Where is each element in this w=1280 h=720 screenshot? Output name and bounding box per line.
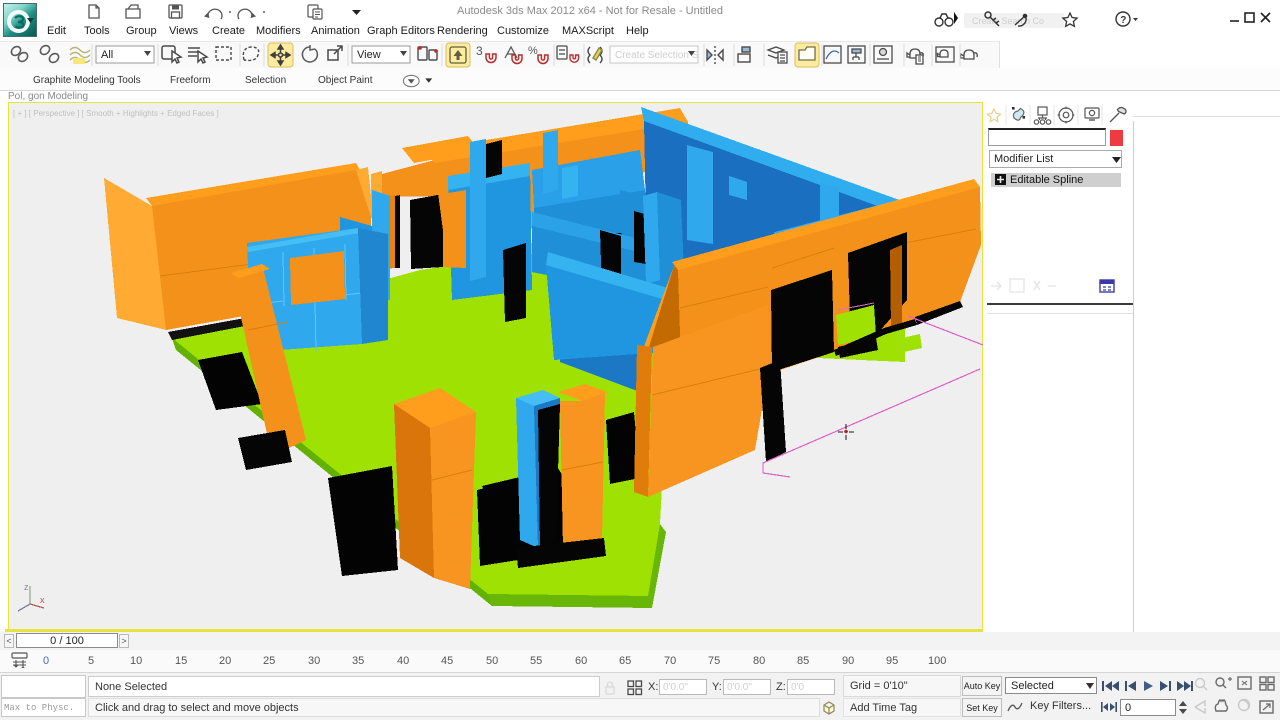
svg-text:View: View bbox=[357, 49, 381, 61]
svg-text:%: % bbox=[528, 45, 538, 57]
svg-text:All: All bbox=[101, 49, 113, 61]
svg-text:3: 3 bbox=[476, 44, 483, 58]
svg-text:Create Selection S: Create Selection S bbox=[615, 50, 699, 61]
svg-text:[ + ] [ Perspective ] [ Smooth: [ + ] [ Perspective ] [ Smooth + Highlig… bbox=[13, 109, 219, 118]
svg-text:x: x bbox=[40, 595, 45, 605]
svg-text:Create Search Co: Create Search Co bbox=[972, 16, 1044, 26]
svg-text:?: ? bbox=[1120, 15, 1126, 26]
svg-text:z: z bbox=[24, 582, 29, 592]
